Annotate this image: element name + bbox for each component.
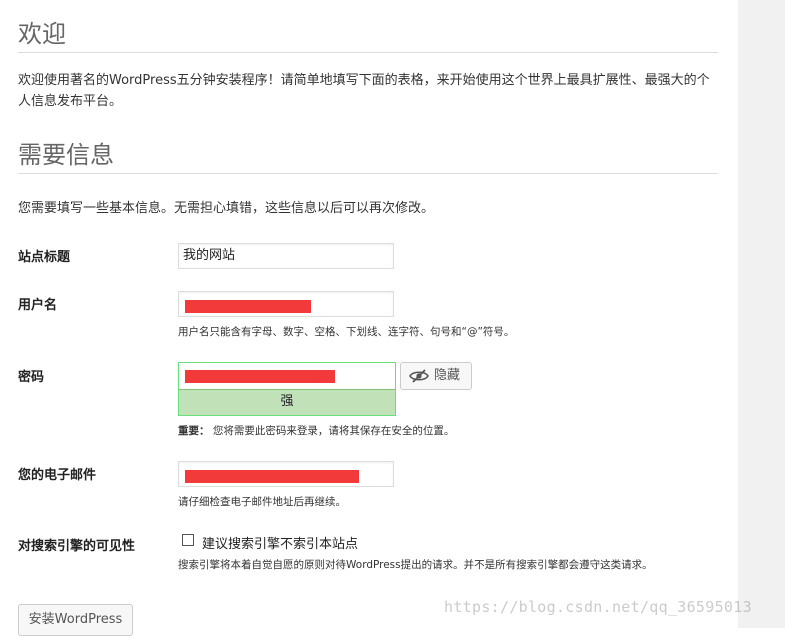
info-description: 您需要填写一些基本信息。无需担心填错，这些信息以后可以再次修改。	[18, 201, 435, 216]
password-label: 密码	[18, 370, 45, 385]
right-side-panel	[738, 0, 785, 628]
password-input[interactable]: 强	[178, 362, 396, 416]
password-note: 重要： 您将需要此密码来登录，请将其保存在安全的位置。	[178, 423, 454, 438]
password-strength-meter: 强	[179, 389, 395, 415]
email-hint: 请仔细检查电子邮件地址后再继续。	[178, 496, 346, 508]
hide-label: 隐藏	[434, 368, 461, 383]
install-button[interactable]: 安装WordPress	[18, 604, 133, 636]
info-heading: 需要信息	[18, 141, 114, 169]
visibility-hint: 搜索引擎将本着自觉自愿的原则对待WordPress提出的请求。并不是所有搜索引擎…	[178, 559, 653, 571]
site-title-label: 站点标题	[18, 250, 71, 265]
eye-slash-icon	[409, 368, 429, 394]
site-title-input[interactable]: 我的网站	[178, 243, 394, 269]
info-divider	[18, 173, 718, 174]
visibility-label: 对搜索引擎的可见性	[18, 539, 136, 554]
redacted-password	[185, 370, 335, 383]
noindex-checkbox-label[interactable]: 建议搜索引擎不索引本站点	[202, 533, 358, 552]
redacted-email	[185, 470, 359, 483]
heading-divider	[18, 52, 718, 53]
email-input[interactable]	[178, 461, 394, 487]
noindex-checkbox[interactable]	[182, 534, 194, 546]
welcome-intro: 欢迎使用著名的WordPress五分钟安装程序！请简单地填写下面的表格，来开始使…	[18, 73, 710, 109]
username-label: 用户名	[18, 298, 58, 313]
password-note-strong: 重要：	[178, 425, 210, 437]
redacted-username	[185, 300, 311, 313]
watermark: https://blog.csdn.net/qq_36595013	[444, 598, 752, 616]
username-hint: 用户名只能含有字母、数字、空格、下划线、连字符、句号和“@”符号。	[178, 326, 515, 338]
hide-password-button[interactable]: 隐藏	[400, 362, 472, 390]
password-note-text: 您将需要此密码来登录，请将其保存在安全的位置。	[212, 425, 455, 437]
welcome-heading: 欢迎	[18, 20, 66, 48]
username-input[interactable]	[178, 291, 394, 317]
email-label: 您的电子邮件	[18, 468, 97, 483]
